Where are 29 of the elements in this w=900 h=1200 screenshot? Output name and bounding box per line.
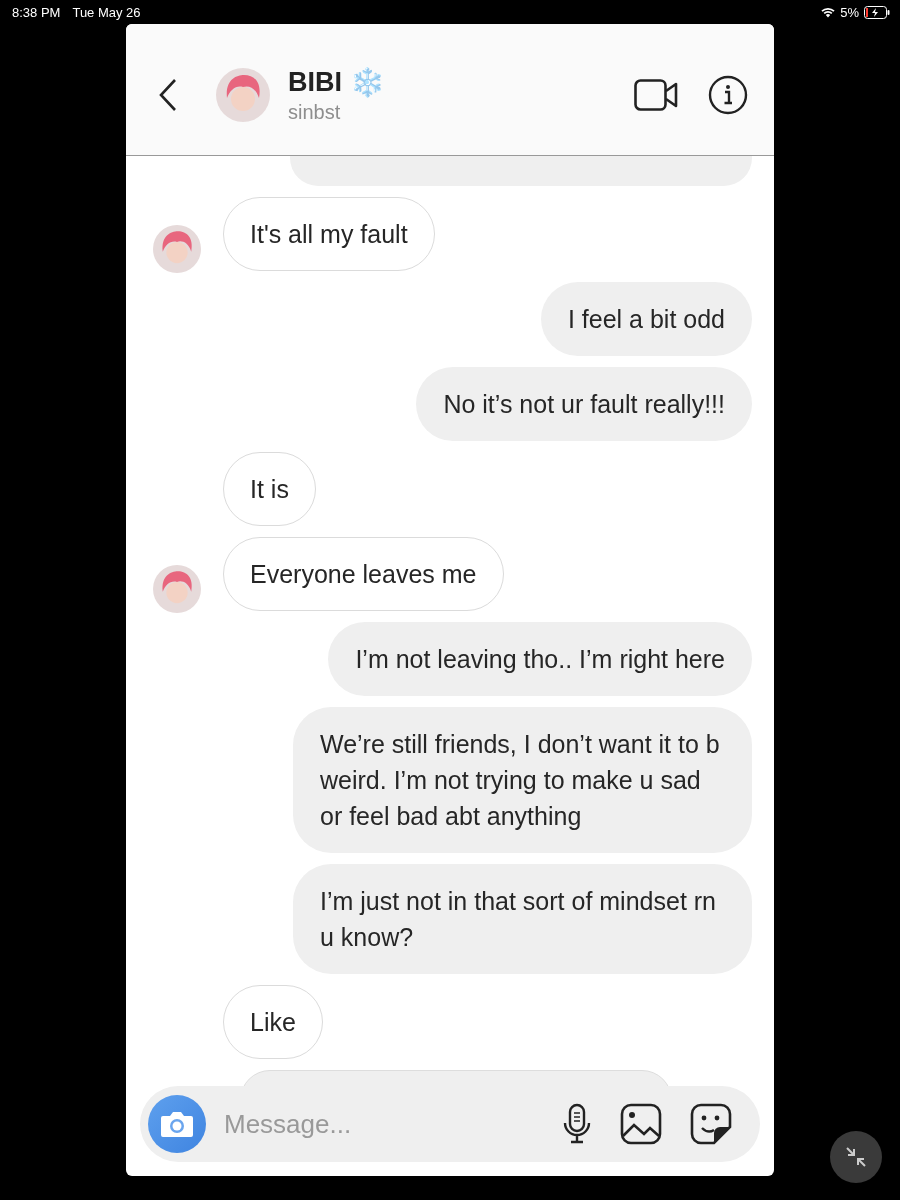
collapse-icon: [844, 1145, 868, 1169]
message-bubble: I’m just not in that sort of mindset rn u know?: [293, 864, 752, 974]
message-bubble: Everyone leaves me: [223, 537, 504, 611]
message-field[interactable]: Message...: [222, 1107, 534, 1141]
snowflake-emoji: ❄: [350, 65, 385, 99]
collapse-button[interactable]: [830, 1131, 882, 1183]
sticker-icon[interactable]: [690, 1103, 732, 1145]
camera-icon: [160, 1110, 194, 1138]
message-bubble: It's all my fault: [223, 197, 435, 271]
info-icon[interactable]: [708, 74, 748, 115]
message-bubble: It is: [223, 452, 316, 526]
back-icon[interactable]: [158, 77, 178, 112]
status-date: Tue May 26: [72, 4, 141, 20]
message-bubble: Like: [223, 985, 323, 1059]
message-bubble: I’m not leaving tho.. I’m right here: [328, 622, 752, 696]
battery-percent: 5%: [840, 4, 859, 20]
message-bubble: We’re still friends, I don’t want it to b weird. I’m not trying to make u sad or feel bad abt anything: [293, 707, 752, 853]
image-icon[interactable]: [620, 1103, 662, 1145]
avatar[interactable]: [216, 67, 270, 122]
microphone-icon[interactable]: [562, 1103, 592, 1145]
contact-name: BIBI: [288, 66, 342, 98]
wifi-icon: [821, 6, 836, 18]
message-bubble: No it’s not ur fault really!!!: [416, 367, 752, 441]
battery-icon: [864, 5, 890, 19]
video-call-icon[interactable]: [634, 78, 678, 111]
status-time: 8:38 PM: [12, 4, 61, 20]
camera-button[interactable]: [148, 1095, 206, 1153]
contact-username: sinbst: [288, 100, 342, 124]
message-bubble: I feel a bit odd: [540, 282, 752, 356]
